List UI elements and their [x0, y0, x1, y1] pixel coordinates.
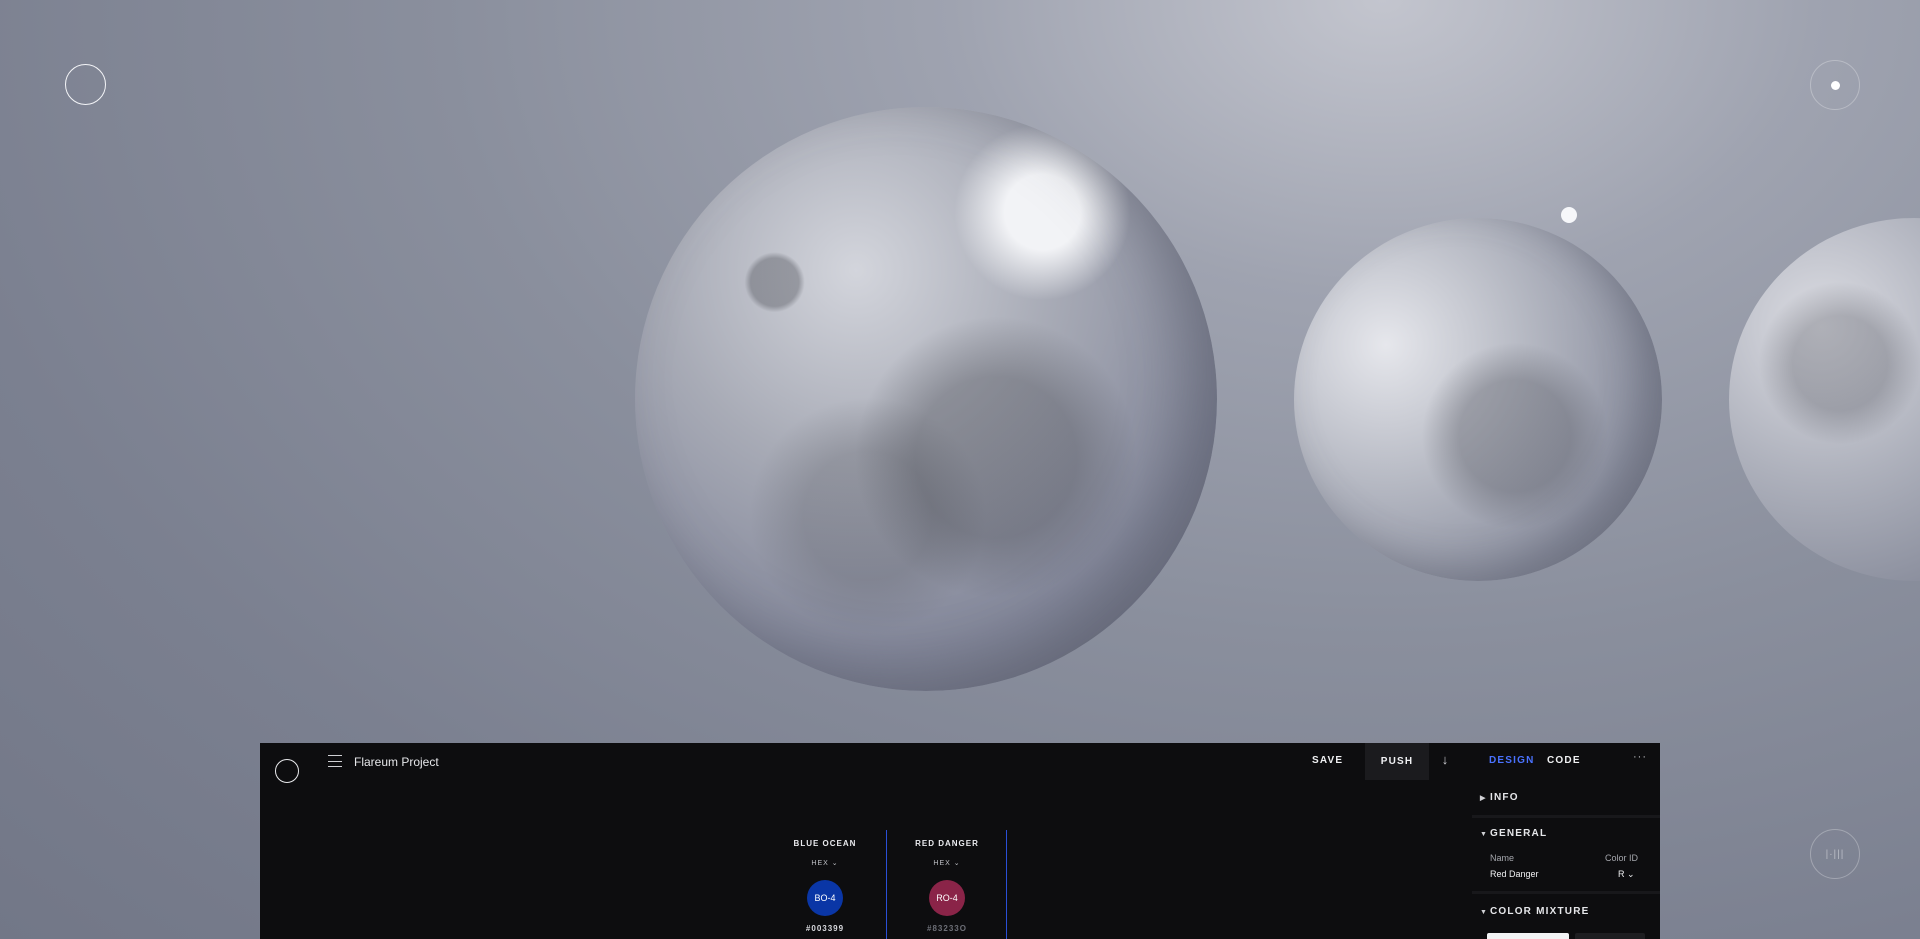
- color-name: BLUE OCEAN: [793, 839, 857, 848]
- section-general[interactable]: ▼ GENERAL: [1480, 828, 1547, 839]
- push-button[interactable]: PUSH: [1365, 743, 1429, 780]
- dot-ring-icon[interactable]: [1810, 60, 1860, 110]
- audio-ring-icon[interactable]: |·|||: [1810, 829, 1860, 879]
- tab-design[interactable]: DESIGN: [1489, 755, 1535, 766]
- color-column-red[interactable]: RED DANGER HEX ⌄ RO-4 #83233O: [887, 839, 1007, 933]
- mixture-tab[interactable]: [1575, 933, 1645, 939]
- hex-value: #003399: [805, 924, 845, 933]
- color-swatch[interactable]: BO-4: [807, 880, 843, 916]
- moon-medium: [1294, 218, 1662, 581]
- float-dot: [1561, 207, 1577, 223]
- format-select[interactable]: HEX ⌄: [765, 859, 885, 867]
- caret-down-icon: ▼: [1480, 909, 1489, 916]
- format-select[interactable]: HEX ⌄: [887, 859, 1007, 867]
- section-info[interactable]: ▶ INFO: [1480, 792, 1519, 803]
- save-button[interactable]: SAVE: [1312, 755, 1343, 766]
- color-swatch[interactable]: RO-4: [929, 880, 965, 916]
- ring-icon[interactable]: [65, 64, 106, 105]
- ellipsis-icon[interactable]: ···: [1633, 751, 1647, 763]
- divider: [1472, 891, 1660, 894]
- moon-partial: [1729, 218, 1920, 581]
- caret-down-icon: ▼: [1480, 831, 1489, 838]
- section-color-mixture[interactable]: ▼ COLOR MIXTURE: [1480, 906, 1590, 917]
- column-divider: [1006, 830, 1007, 939]
- hero-stage: |·||| Flareum Project SAVE PUSH ↓ BLUE O…: [0, 0, 1920, 939]
- project-title: Flareum Project: [354, 755, 439, 769]
- hex-value: #83233O: [927, 924, 967, 933]
- properties-panel: DESIGN CODE ··· ▶ INFO ▼ GENERAL Name Colo…: [1467, 743, 1660, 939]
- name-label: Name: [1490, 853, 1515, 863]
- color-id-select[interactable]: R ⌄: [1618, 869, 1635, 880]
- logo-ring-icon[interactable]: [275, 759, 299, 783]
- caret-right-icon: ▶: [1480, 795, 1487, 802]
- dot-icon: [1831, 81, 1840, 90]
- mixture-tab-active[interactable]: [1487, 933, 1569, 939]
- color-id-label: Color ID: [1605, 853, 1639, 863]
- name-field[interactable]: Red Danger: [1490, 869, 1539, 879]
- editor-panel: Flareum Project SAVE PUSH ↓ BLUE OCEAN H…: [260, 743, 1660, 939]
- hamburger-icon[interactable]: [328, 755, 342, 767]
- divider: [1472, 815, 1660, 818]
- arrow-down-icon[interactable]: ↓: [1438, 752, 1452, 768]
- color-name: RED DANGER: [915, 839, 979, 848]
- color-column-blue[interactable]: BLUE OCEAN HEX ⌄ BO-4 #003399: [765, 839, 885, 933]
- tab-code[interactable]: CODE: [1547, 755, 1581, 766]
- moon-large: [635, 107, 1217, 691]
